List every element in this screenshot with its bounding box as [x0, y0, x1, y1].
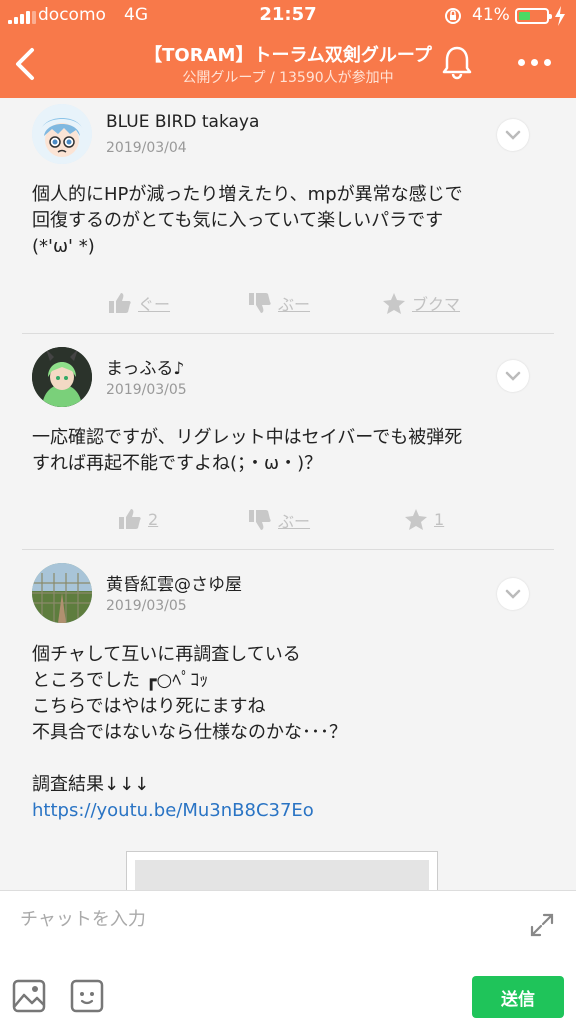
post-link[interactable]: https://youtu.be/Mu3nB8C37Eo: [32, 798, 542, 824]
good-button[interactable]: 2: [118, 508, 158, 530]
thumbs-down-icon: [249, 293, 271, 313]
post-username: まっふる♪: [106, 359, 185, 379]
sticker-icon[interactable]: [70, 979, 104, 1013]
rotation-lock-icon: [445, 8, 461, 24]
app-header: docomo 4G 21:57 41% 【TORAM】トーラム双剣グループ 公開…: [0, 0, 576, 98]
star-icon: [405, 509, 427, 530]
back-icon[interactable]: [10, 44, 40, 84]
post-date: 2019/03/04: [106, 140, 187, 156]
chat-composer: 送信: [0, 890, 576, 1025]
post-body: 個チャして互いに再調査している ところでした ┏○ﾍﾟｺｯ こちらではやはり死に…: [32, 644, 347, 795]
send-button[interactable]: 送信: [472, 976, 564, 1018]
post-item: まっふる♪ 2019/03/05 一応確認ですが、リグレット中はセイバーでも被弾…: [0, 334, 576, 550]
avatar: [32, 104, 92, 164]
expand-icon[interactable]: [528, 911, 556, 939]
thumbs-up-icon: [119, 509, 141, 529]
thumbs-down-icon: [249, 510, 271, 530]
good-label: ぐー: [138, 295, 171, 314]
bell-icon[interactable]: [440, 44, 474, 80]
chat-input[interactable]: [18, 903, 502, 935]
chevron-down-icon[interactable]: [497, 360, 529, 392]
bookmark-button[interactable]: ブクマ: [382, 291, 460, 315]
avatar: [32, 563, 92, 623]
post-item: 黄昏紅雲@さゆ屋 2019/03/05 個チャして互いに再調査している ところで…: [0, 550, 576, 890]
image-icon[interactable]: [12, 979, 46, 1013]
post-item: BLUE BIRD takaya 2019/03/04 個人的にHPが減ったり増…: [0, 98, 576, 334]
battery-icon: [515, 8, 552, 24]
good-count: 2: [148, 509, 159, 529]
post-date: 2019/03/05: [106, 598, 187, 614]
status-bar: docomo 4G 21:57 41%: [0, 0, 576, 32]
bookmark-button[interactable]: 1: [404, 508, 444, 531]
chevron-down-icon[interactable]: [497, 578, 529, 610]
boo-button[interactable]: ぶー: [248, 291, 310, 315]
thumbs-up-icon: [109, 293, 131, 313]
boo-label: ぶー: [278, 512, 311, 531]
post-body: 個人的にHPが減ったり増えたり、mpが異常な感じで 回復するのがとても気に入って…: [32, 184, 463, 257]
post-username: 黄昏紅雲@さゆ屋: [106, 575, 242, 595]
more-icon[interactable]: [516, 52, 554, 72]
avatar: [32, 347, 92, 407]
boo-button[interactable]: ぶー: [248, 508, 310, 532]
battery-percent: 41%: [472, 5, 510, 25]
post-username: BLUE BIRD takaya: [106, 112, 260, 132]
star-icon: [383, 292, 405, 314]
boo-label: ぶー: [278, 295, 311, 314]
bookmark-label: ブクマ: [412, 295, 461, 314]
good-button[interactable]: ぐー: [108, 291, 170, 315]
post-date: 2019/03/05: [106, 382, 187, 398]
chevron-down-icon[interactable]: [497, 119, 529, 151]
bookmark-count: 1: [434, 510, 445, 529]
post-body: 一応確認ですが、リグレット中はセイバーでも被弾死 すれば再起不能ですよね(；・ω…: [32, 427, 463, 474]
charging-icon: [555, 6, 565, 26]
